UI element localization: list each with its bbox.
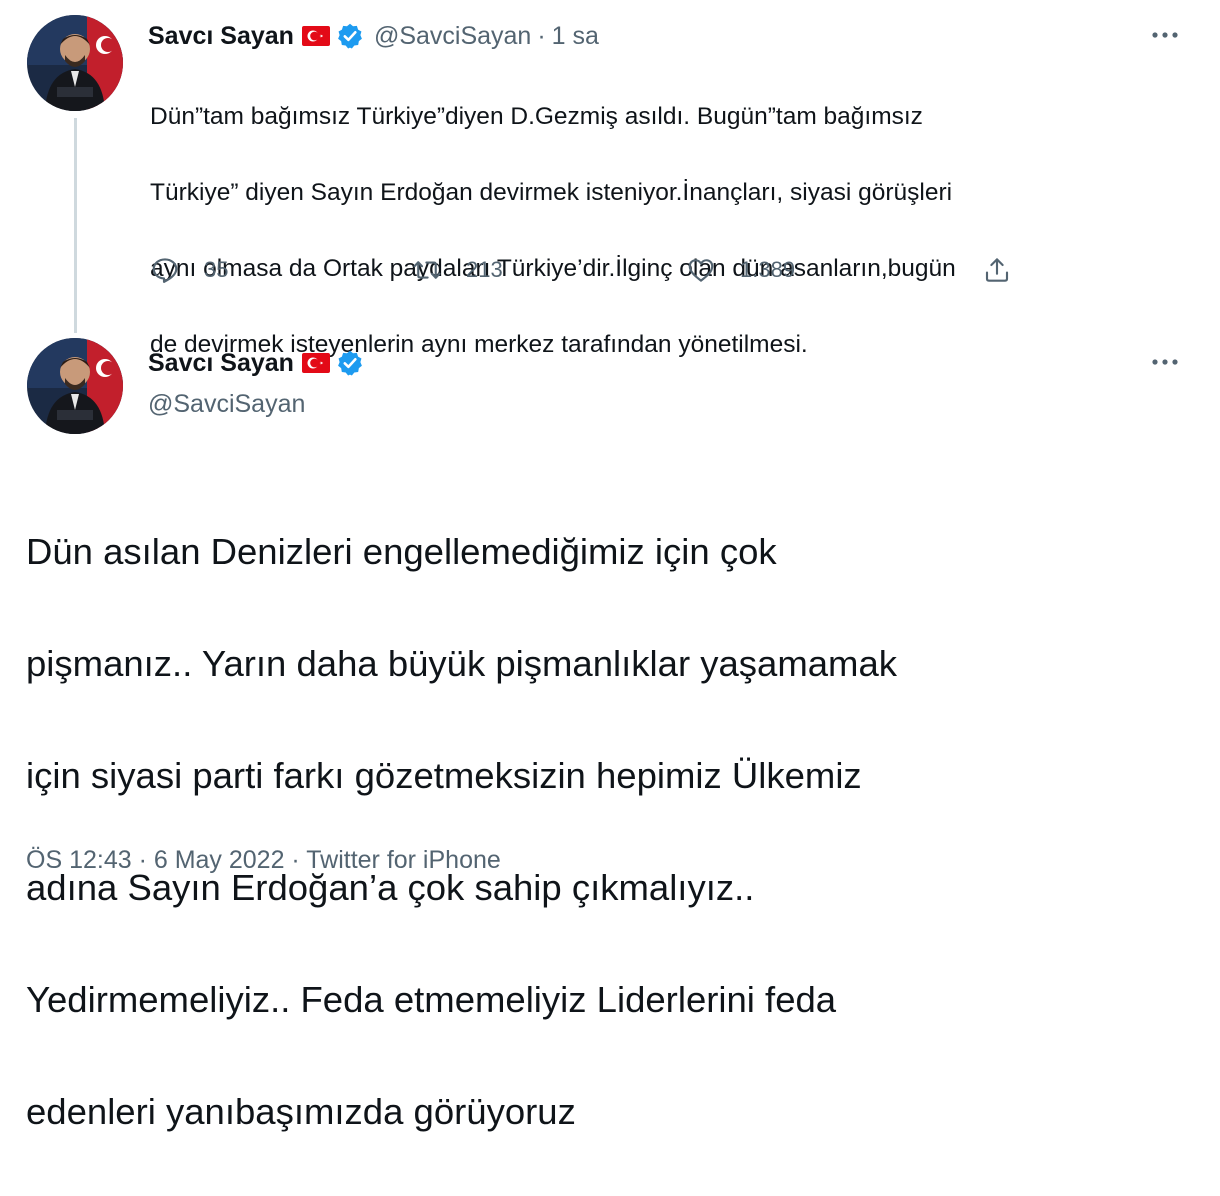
tweet-timestamp[interactable]: 1 sa xyxy=(552,22,599,51)
tweet-text-line: için siyasi parti farkı gözetmeksizin he… xyxy=(26,755,862,796)
tweet-header: Savcı Sayan @SavciSayan · 1 sa xyxy=(148,18,599,54)
verified-badge-icon xyxy=(336,22,364,50)
display-name[interactable]: Savcı Sayan xyxy=(148,22,294,51)
retweet-button[interactable]: 213 xyxy=(412,250,503,290)
more-options-icon[interactable] xyxy=(1145,25,1185,45)
separator-dot: · xyxy=(537,21,546,50)
tweet-text-line: Dün asılan Denizleri engellemediğimiz iç… xyxy=(26,531,777,572)
turkey-flag-icon xyxy=(301,26,330,46)
user-handle[interactable]: @SavciSayan xyxy=(374,22,531,51)
share-button[interactable] xyxy=(982,250,1012,290)
tweet-text-line: Dün”tam bağımsız Türkiye”diyen D.Gezmiş … xyxy=(150,103,923,130)
like-button[interactable]: 1.389 xyxy=(686,250,795,290)
avatar[interactable] xyxy=(27,338,123,434)
reply-button[interactable]: 35 xyxy=(150,250,228,290)
tweet-text: Dün asılan Denizleri engellemediğimiz iç… xyxy=(26,468,1206,1196)
tweet-metadata[interactable]: ÖS 12:43 · 6 May 2022 · Twitter for iPho… xyxy=(26,846,501,875)
display-name[interactable]: Savcı Sayan xyxy=(148,349,294,378)
share-icon xyxy=(985,258,1009,282)
tweet-text-line: Yedirmemeliyiz.. Feda etmemeliyiz Liderl… xyxy=(26,979,837,1020)
tweet-actions-bar: 35 213 1.389 xyxy=(150,250,1050,290)
reply-count: 35 xyxy=(204,257,229,282)
avatar[interactable] xyxy=(27,15,123,111)
like-icon xyxy=(688,259,714,282)
retweet-count: 213 xyxy=(466,257,503,282)
tweet-text-line: pişmanız.. Yarın daha büyük pişmanlıklar… xyxy=(26,643,897,684)
reply-icon xyxy=(152,258,178,283)
tweet-text-line: edenleri yanıbaşımızda görüyoruz xyxy=(26,1091,576,1132)
like-count: 1.389 xyxy=(740,257,796,282)
retweet-icon xyxy=(413,261,441,279)
verified-badge-icon xyxy=(336,349,364,377)
more-options-icon[interactable] xyxy=(1145,352,1185,372)
tweet-text-line: Türkiye” diyen Sayın Erdoğan devirmek is… xyxy=(150,179,953,206)
turkey-flag-icon xyxy=(301,353,330,373)
tweet-header: Savcı Sayan xyxy=(148,345,364,381)
thread-connector-line xyxy=(74,118,77,333)
user-handle[interactable]: @SavciSayan xyxy=(148,390,305,419)
